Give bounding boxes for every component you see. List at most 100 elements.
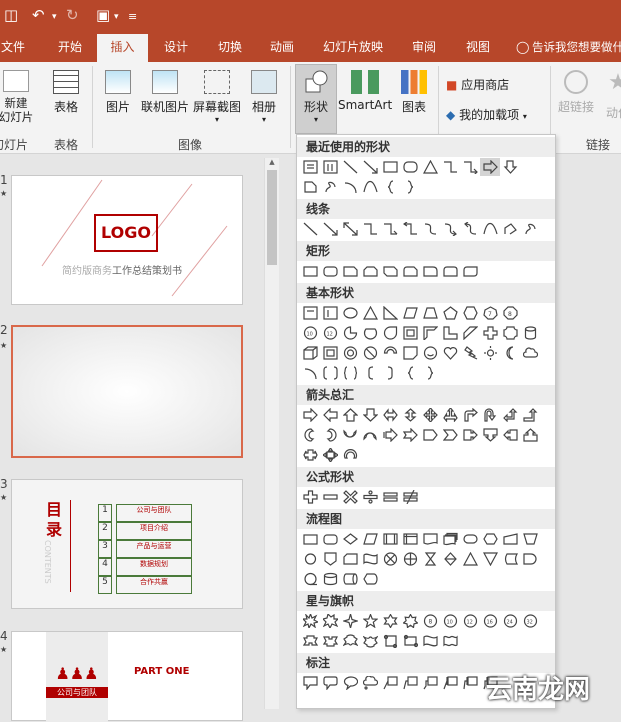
curve-shape[interactable] (480, 220, 500, 238)
flowchart-internal-storage-shape[interactable] (400, 530, 420, 548)
arc-shape[interactable] (340, 178, 360, 196)
tab-file[interactable]: 文件 (0, 34, 26, 62)
flowchart-sequential-access-storage-shape[interactable] (300, 570, 320, 588)
curved-right-arrow-shape[interactable] (300, 426, 320, 444)
ribbon-up-shape[interactable] (300, 632, 320, 650)
parallelogram-shape[interactable] (400, 304, 420, 322)
online-picture-button[interactable]: 联机图片 (138, 70, 192, 115)
chevron-shape[interactable] (440, 426, 460, 444)
explosion-1-shape[interactable] (300, 612, 320, 630)
tab-animations[interactable]: 动画 (262, 34, 302, 62)
half-frame-shape[interactable] (420, 324, 440, 342)
star-6-point-shape[interactable] (380, 612, 400, 630)
flowchart-sort-shape[interactable] (440, 550, 460, 568)
tab-transitions[interactable]: 切换 (210, 34, 250, 62)
star-16-point-shape[interactable]: 16 (480, 612, 500, 630)
up-down-arrow-shape[interactable] (400, 406, 420, 424)
oval-shape[interactable] (340, 304, 360, 322)
l-shape[interactable] (440, 324, 460, 342)
line-callout-2-accent-bar-shape[interactable] (460, 674, 480, 692)
chart-button[interactable]: 图表 (396, 70, 432, 115)
elbow-connector-shape[interactable] (440, 158, 460, 176)
flowchart-terminator-shape[interactable] (460, 530, 480, 548)
elbow-arrow-connector-shape[interactable] (380, 220, 400, 238)
undo-icon[interactable]: ↶ (32, 6, 45, 24)
no-symbol-shape[interactable] (360, 344, 380, 362)
action-button[interactable]: ★ 动作 (600, 70, 621, 121)
octagon-shape[interactable]: 8 (500, 304, 520, 322)
tab-slideshow[interactable]: 幻灯片放映 (318, 34, 388, 62)
slide-thumbnail-1[interactable]: LOGO 简约版商务工作总结策划书 (11, 175, 243, 305)
right-arrow-callout-shape[interactable] (460, 426, 480, 444)
divide-shape[interactable] (360, 488, 380, 506)
bent-arrow-shape[interactable] (460, 406, 480, 424)
screenshot-button[interactable]: 屏幕截图 ▾ (192, 70, 242, 124)
right-bracket-shape[interactable] (380, 364, 400, 382)
double-wave-shape[interactable] (440, 632, 460, 650)
left-bracket-shape[interactable] (360, 364, 380, 382)
star-24-point-shape[interactable]: 24 (500, 612, 520, 630)
rounded-rectangle-shape[interactable] (400, 158, 420, 176)
left-arrow-shape[interactable] (320, 406, 340, 424)
moon-shape[interactable] (500, 344, 520, 362)
snip-diagonal-rectangle-shape[interactable] (380, 262, 400, 280)
elbow-arrow-connector-shape[interactable] (460, 158, 480, 176)
curve-shape[interactable] (360, 178, 380, 196)
line-callout-1-accent-bar-shape[interactable] (440, 674, 460, 692)
flowchart-card-shape[interactable] (340, 550, 360, 568)
flowchart-manual-operation-shape[interactable] (520, 530, 540, 548)
dodecagon-shape[interactable]: 12 (320, 324, 340, 342)
cloud-shape[interactable] (520, 344, 540, 362)
curved-left-arrow-shape[interactable] (320, 426, 340, 444)
pentagon-shape[interactable] (440, 304, 460, 322)
line-shape[interactable] (300, 220, 320, 238)
text-box-shape[interactable] (300, 158, 320, 176)
triangle-shape[interactable] (360, 304, 380, 322)
donut-shape[interactable] (340, 344, 360, 362)
tab-view[interactable]: 视图 (458, 34, 498, 62)
plaque-shape[interactable] (500, 324, 520, 342)
arrow-line-shape[interactable] (320, 220, 340, 238)
flowchart-collate-shape[interactable] (420, 550, 440, 568)
down-arrow-shape[interactable] (360, 406, 380, 424)
shapes-button[interactable]: 形状 ▾ (295, 64, 337, 134)
cube-shape[interactable] (300, 344, 320, 362)
tab-insert[interactable]: 插入 (97, 34, 148, 63)
snip-corner-shape[interactable] (300, 178, 320, 196)
star-10-point-shape[interactable]: 10 (440, 612, 460, 630)
striped-right-arrow-shape[interactable] (380, 426, 400, 444)
double-bracket-shape[interactable] (320, 364, 340, 382)
elbow-connector-shape[interactable] (360, 220, 380, 238)
smartart-button[interactable]: SmartArt (338, 70, 392, 112)
explosion-2-shape[interactable] (320, 612, 340, 630)
up-arrow-shape[interactable] (340, 406, 360, 424)
flowchart-multidocument-shape[interactable] (440, 530, 460, 548)
star-12-point-shape[interactable]: 12 (460, 612, 480, 630)
tab-review[interactable]: 审阅 (404, 34, 444, 62)
scribble-shape[interactable] (320, 178, 340, 196)
flowchart-magnetic-disk-shape[interactable] (320, 570, 340, 588)
line-callout-3-shape[interactable] (420, 674, 440, 692)
arrow-line-shape[interactable] (360, 158, 380, 176)
flowchart-decision-shape[interactable] (340, 530, 360, 548)
flowchart-document-shape[interactable] (420, 530, 440, 548)
curved-up-arrow-shape[interactable] (340, 426, 360, 444)
down-arrow-callout-shape[interactable] (480, 426, 500, 444)
scrollbar-thumb[interactable] (267, 170, 277, 265)
double-brace-shape[interactable] (340, 364, 360, 382)
customize-toolbar-icon[interactable]: ≡ (128, 10, 137, 23)
flowchart-extract-shape[interactable] (460, 550, 480, 568)
flowchart-punched-tape-shape[interactable] (360, 550, 380, 568)
scroll-up-icon[interactable]: ▲ (265, 158, 279, 166)
freeform-shape[interactable] (500, 220, 520, 238)
vertical-text-box-shape[interactable] (320, 158, 340, 176)
round-same-side-rectangle-shape[interactable] (440, 262, 460, 280)
right-brace-shape[interactable] (400, 178, 420, 196)
heptagon-shape[interactable]: 7 (480, 304, 500, 322)
my-addins-button[interactable]: ◆ 我的加载项 ▾ (446, 106, 546, 123)
notched-right-arrow-shape[interactable] (400, 426, 420, 444)
curved-down-arrow-shape[interactable] (360, 426, 380, 444)
tab-design[interactable]: 设计 (156, 34, 196, 62)
thumbnail-scrollbar[interactable]: ▲ (264, 158, 279, 709)
bevel-shape[interactable] (320, 344, 340, 362)
